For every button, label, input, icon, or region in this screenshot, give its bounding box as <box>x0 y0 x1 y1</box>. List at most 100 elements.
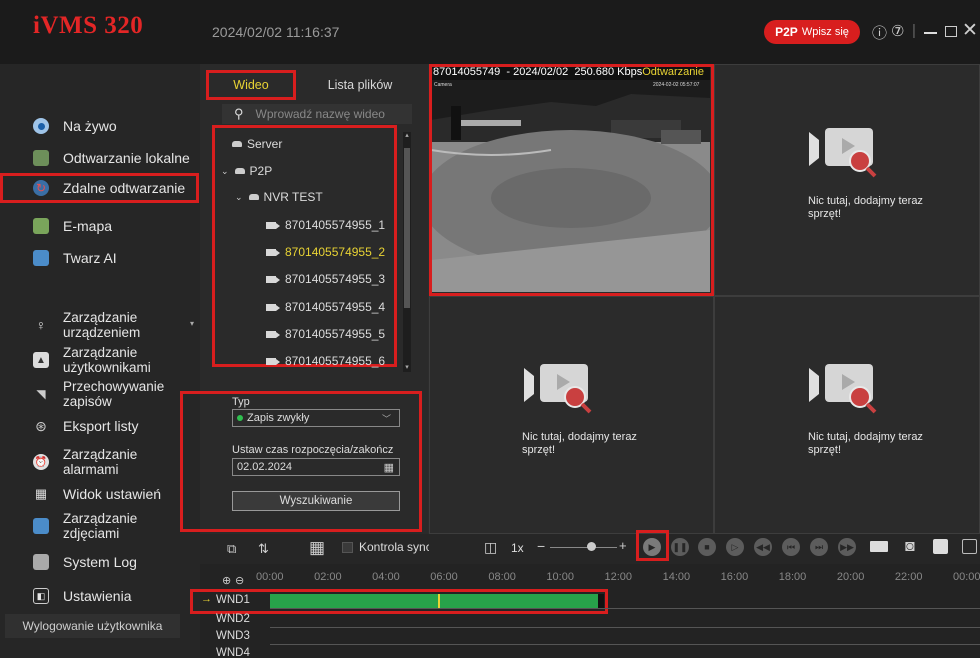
sidebar-item-export[interactable]: ⊛ Eksport listy <box>0 416 200 436</box>
sidebar-item-photos[interactable]: Zarządzanie zdjęciami <box>0 510 200 542</box>
fullscreen-icon[interactable] <box>962 539 977 554</box>
timeline-row-line <box>270 627 980 628</box>
log-icon <box>33 554 49 570</box>
sidebar-item-face-ai[interactable]: Twarz AI <box>0 248 200 268</box>
fast-forward-icon[interactable]: ▶▶ <box>838 538 856 556</box>
timeline-window-label[interactable]: WND2 <box>216 613 250 625</box>
video-search-input[interactable]: ⚲ Wprowadź nazwę wideo <box>222 104 412 124</box>
type-select[interactable]: Zapis zwykły ﹀ <box>232 409 400 427</box>
tab-file-list[interactable]: Lista plików <box>310 70 410 100</box>
pause-icon[interactable]: ❚❚ <box>671 538 689 556</box>
tree-node-camera[interactable]: 8701405574955_6 <box>266 354 385 368</box>
empty-message: Nic tutaj, dodajmy teraz sprzęt! <box>522 431 637 456</box>
tab-video[interactable]: Wideo <box>206 70 296 100</box>
sidebar-item-emap[interactable]: E-mapa <box>0 216 200 236</box>
sync-checkbox[interactable] <box>342 542 353 553</box>
folder-icon[interactable] <box>933 539 948 554</box>
device-icon: ♀ <box>35 317 47 333</box>
tree-scroll-thumb[interactable] <box>404 148 410 308</box>
speed-slider[interactable] <box>550 547 617 548</box>
sidebar-item-device[interactable]: ♀ Zarządzanie urządzeniem ▾ <box>0 309 200 341</box>
timeline-window-label[interactable]: WND3 <box>216 630 250 642</box>
speed-up-button[interactable]: + <box>619 538 627 553</box>
zoom-out-icon[interactable]: ⊖ <box>235 574 244 587</box>
rewind-icon[interactable]: ◀◀ <box>754 538 772 556</box>
scroll-down-icon[interactable]: ▾ <box>404 364 410 372</box>
speed-slider-handle[interactable] <box>587 542 596 551</box>
snapshot-icon[interactable]: ◙ <box>905 538 915 556</box>
timeline-tick-label: 10:00 <box>546 571 574 583</box>
split-layout-icon[interactable]: ▦ <box>309 538 325 558</box>
logout-button[interactable]: Wylogowanie użytkownika <box>5 614 180 638</box>
maximize-icon[interactable] <box>945 26 957 37</box>
timeline-window-label[interactable]: WND1 <box>216 594 250 606</box>
sidebar-item-alarms[interactable]: ⏰ Zarządzanie alarmami <box>0 446 200 478</box>
tree-label: 8701405574955_1 <box>285 218 386 232</box>
sidebar-item-settings[interactable]: ◧ Ustawienia <box>0 586 200 606</box>
tree-node-camera-selected[interactable]: 8701405574955_2 <box>266 245 385 259</box>
window-icon[interactable]: ⧉ <box>227 541 236 557</box>
emap-icon <box>33 218 49 234</box>
calendar-icon[interactable]: ▦ <box>384 461 394 474</box>
scroll-up-icon[interactable]: ▴ <box>404 132 410 140</box>
export-icon: ⊛ <box>35 417 47 434</box>
zoom-in-icon[interactable]: ⊕ <box>222 574 231 587</box>
empty-camera-icon <box>809 128 889 180</box>
step-forward-icon[interactable]: ▷ <box>726 538 744 556</box>
help-icon[interactable]: ⑦ <box>891 22 904 40</box>
tree-node-camera[interactable]: 8701405574955_3 <box>266 272 385 286</box>
close-icon[interactable]: ✕ <box>962 19 978 42</box>
p2p-login-button[interactable]: P2P Wpisz się <box>764 20 860 44</box>
timeline-tick-label: 14:00 <box>662 571 691 583</box>
server-icon <box>248 194 259 200</box>
title-divider: | <box>912 22 916 39</box>
tree-node-p2p[interactable]: ⌄ P2P <box>221 164 272 178</box>
timeline-tick-label: 18:00 <box>778 571 807 583</box>
sidebar-item-storage[interactable]: ◥ Przechowywanie zapisów <box>0 378 200 410</box>
timeline-tick-label: 22:00 <box>894 571 923 583</box>
layout-icon: ▦ <box>34 486 48 501</box>
sidebar-label: System Log <box>63 554 137 570</box>
tree-node-server[interactable]: Server <box>232 137 282 151</box>
stop-icon[interactable]: ■ <box>698 538 716 556</box>
playback-cursor[interactable] <box>438 594 441 608</box>
sidebar-item-layout[interactable]: ▦ Widok ustawień <box>0 484 200 504</box>
minimize-icon[interactable] <box>924 32 937 34</box>
sidebar-item-local-playback[interactable]: Odtwarzanie lokalne <box>0 148 200 168</box>
chevron-down-icon: ⌄ <box>235 191 243 202</box>
timeline-row-line <box>270 608 980 609</box>
speed-down-button[interactable]: − <box>537 538 545 554</box>
tree-node-camera[interactable]: 8701405574955_4 <box>266 300 385 314</box>
timeline-tick-label: 06:00 <box>430 571 458 583</box>
p2p-label: P2P <box>775 25 798 39</box>
timeline-tick-label: 00:00 <box>953 571 980 583</box>
timeline-tick-label: 12:00 <box>604 571 633 583</box>
face-ai-icon <box>33 250 49 266</box>
empty-camera-icon <box>809 364 889 416</box>
tree-node-camera[interactable]: 8701405574955_5 <box>266 327 385 341</box>
search-placeholder: Wprowadź nazwę wideo <box>255 107 385 121</box>
tree-node-camera[interactable]: 8701405574955_1 <box>266 218 385 232</box>
sidebar-item-remote-playback[interactable]: ↻ Zdalne odtwarzanie <box>0 173 199 203</box>
settings-icon: ◧ <box>33 588 49 604</box>
record-clip-icon[interactable] <box>870 541 888 552</box>
remote-playback-icon: ↻ <box>33 180 49 196</box>
tree-node-nvr[interactable]: ⌄ NVR TEST <box>235 190 323 204</box>
sidebar-item-users[interactable]: ▲ Zarządzanie użytkownikami <box>0 344 200 376</box>
play-icon[interactable]: ▶ <box>643 538 661 556</box>
prev-icon[interactable]: ⏮ <box>782 538 800 556</box>
timeline-tick-label: 04:00 <box>372 571 400 583</box>
sidebar-item-system-log[interactable]: System Log <box>0 552 200 572</box>
search-icon: ⚲ <box>234 106 244 121</box>
info-icon[interactable]: ⓘ <box>872 22 887 43</box>
active-window-arrow-icon: → <box>201 593 212 605</box>
tree-label: 8701405574955_2 <box>285 245 386 259</box>
next-icon[interactable]: ⏭ <box>810 538 828 556</box>
recording-bar[interactable] <box>270 594 604 608</box>
timeline-window-label[interactable]: WND4 <box>216 647 250 658</box>
sidebar-item-live[interactable]: Na żywo <box>0 116 200 136</box>
fit-icon[interactable]: ◫ <box>484 539 497 556</box>
search-button[interactable]: Wyszukiwanie <box>232 491 400 511</box>
date-field[interactable]: 02.02.2024 ▦ <box>232 458 400 476</box>
sort-icon[interactable]: ⇅ <box>258 541 269 557</box>
